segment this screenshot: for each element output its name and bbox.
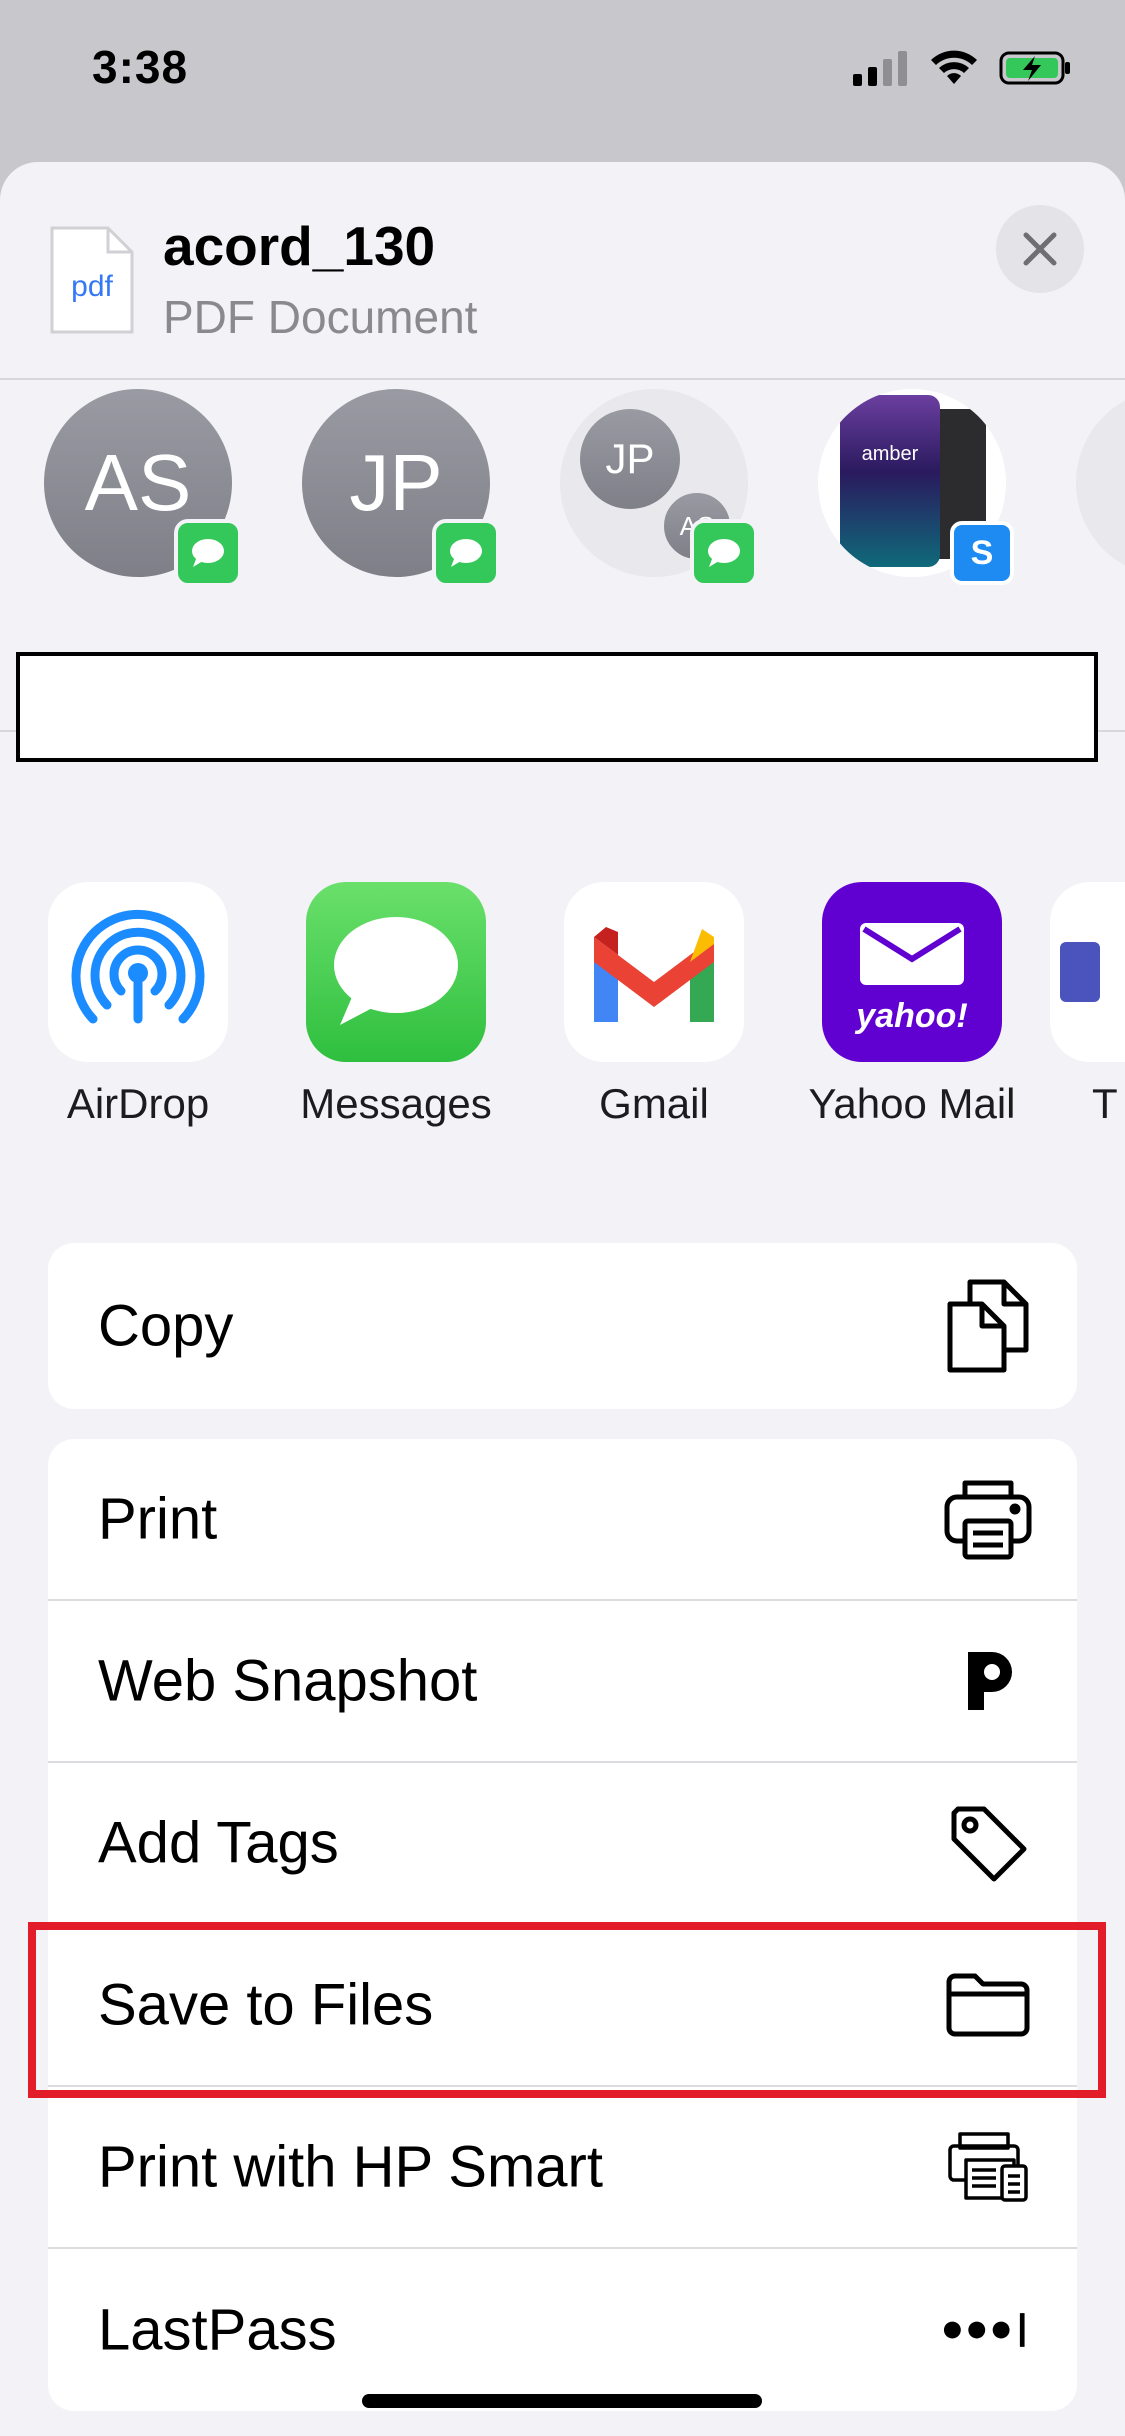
app-gmail[interactable]: Gmail [534,882,774,1128]
messages-badge-icon [432,519,500,587]
action-label: Print [98,1486,218,1552]
app-badge-text: S [970,533,994,572]
close-button[interactable] [996,205,1084,293]
folder-icon [943,1960,1033,2050]
status-icons [853,50,1073,86]
app-badge-icon: S [950,521,1014,585]
actions-group-2: Print Web Snapshot Add Tags Save to File… [48,1439,1077,2411]
action-lastpass[interactable]: LastPass [48,2249,1077,2411]
share-sheet-header: pdf acord_130 PDF Document [0,162,1125,380]
pdf-file-icon-label: pdf [71,270,113,303]
cellular-signal-icon [853,51,907,86]
partial-app-icon [1050,882,1125,1062]
redacted-names-box [16,652,1098,762]
app-yahoo-mail[interactable]: yahoo! Yahoo Mail [792,882,1032,1128]
tag-icon [943,1798,1033,1888]
file-subtitle: PDF Document [163,291,478,343]
app-label: Yahoo Mail [808,1080,1016,1127]
yahoo-logo-text: yahoo! [856,996,968,1035]
device-text: amber [861,443,919,465]
action-label: Copy [98,1293,234,1359]
action-label: Print with HP Smart [98,2134,603,2200]
status-bar: 3:38 [0,0,1125,150]
action-label: Add Tags [98,1810,339,1876]
action-save-to-files[interactable]: Save to Files [48,1925,1077,2087]
avatar-initials: AS [84,438,192,527]
close-icon [1023,232,1057,266]
action-copy[interactable]: Copy [48,1243,1077,1409]
app-label: T [1092,1080,1118,1127]
gmail-icon [564,882,744,1062]
action-add-tags[interactable]: Add Tags [48,1763,1077,1925]
share-sheet: pdf acord_130 PDF Document AS JP JP ambe… [0,162,1125,2436]
hp-smart-icon [943,2122,1033,2212]
battery-charging-icon [999,51,1070,85]
pdf-file-icon: pdf [48,224,136,336]
messages-icon [306,882,486,1062]
messages-badge-icon [174,519,242,587]
web-snapshot-icon [943,1636,1033,1726]
app-airdrop[interactable]: AirDrop [18,882,258,1128]
printer-icon [943,1474,1033,1564]
home-indicator [362,2394,762,2408]
action-label: Web Snapshot [98,1648,478,1714]
avatar-initials: JP [349,438,443,527]
action-print[interactable]: Print [48,1439,1077,1601]
app-partial[interactable]: T [1050,882,1125,1128]
airdrop-icon [48,882,228,1062]
copy-icon [943,1279,1033,1373]
app-label: AirDrop [66,1080,210,1127]
messages-badge-icon [690,519,758,587]
wifi-icon [931,50,977,84]
actions-group-1: Copy [48,1243,1077,1409]
app-messages[interactable]: Messages [276,882,516,1128]
yahoo-mail-icon: yahoo! [822,882,1002,1062]
partial-app-glyph [1060,942,1100,1002]
file-title: acord_130 [163,215,436,277]
action-label: Save to Files [98,1972,434,2038]
avatar: JP [580,409,680,509]
lastpass-icon [943,2285,1033,2375]
action-label: LastPass [98,2297,337,2363]
app-label: Gmail [599,1080,709,1127]
device-screen: amber [840,395,940,567]
action-print-hp-smart[interactable]: Print with HP Smart [48,2087,1077,2249]
status-time: 3:38 [92,41,189,93]
app-label: Messages [300,1080,492,1127]
avatar-initials: JP [605,435,655,482]
action-web-snapshot[interactable]: Web Snapshot [48,1601,1077,1763]
